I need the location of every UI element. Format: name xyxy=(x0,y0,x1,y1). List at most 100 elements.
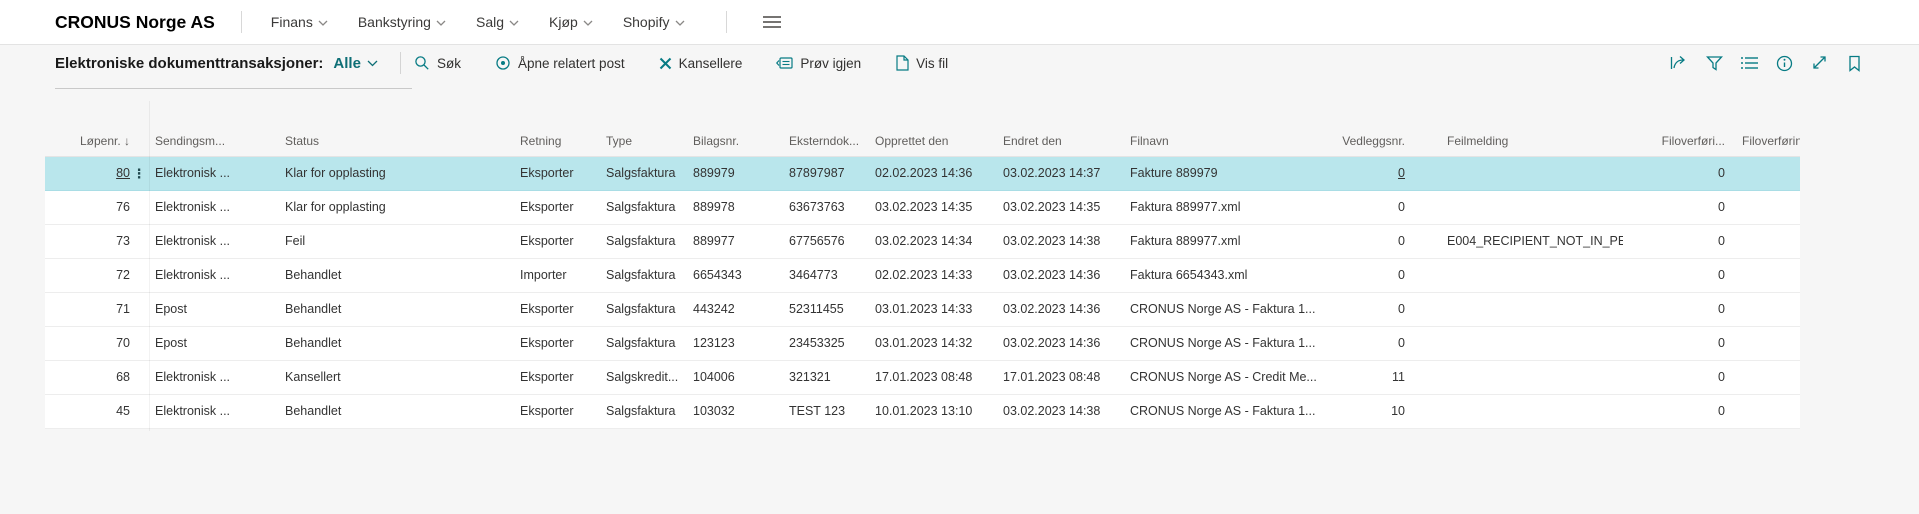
cell-lopenr-link[interactable]: 73 xyxy=(60,225,130,258)
nav-menu-label: Finans xyxy=(270,14,313,30)
cell-eksterndok: 321321 xyxy=(789,370,831,384)
cell-lopenr-link[interactable]: 80 xyxy=(60,157,130,190)
open-related-record-button[interactable]: Åpne relatert post xyxy=(493,49,627,77)
info-panel-button[interactable] xyxy=(1773,51,1795,75)
search-button[interactable]: Søk xyxy=(412,49,463,77)
cell-vedleggsnr-link[interactable]: 0 xyxy=(1305,191,1405,224)
cell-lopenr-link[interactable]: 68 xyxy=(60,361,130,394)
more-menus-hamburger-icon[interactable] xyxy=(757,12,787,32)
cell-type: Salgsfaktura xyxy=(606,404,676,418)
cell-filoverforing-2 xyxy=(1742,225,1800,258)
cell-status: Behandlet xyxy=(285,302,342,316)
cell-vedleggsnr-link[interactable]: 0 xyxy=(1305,225,1405,258)
column-header-lopenr[interactable]: Løpenr. ↓ xyxy=(60,126,130,156)
grid-header-row: Løpenr. ↓ Sendingsm... Status Retning Type Bi… xyxy=(45,126,1800,157)
cell-vedleggsnr-link[interactable]: 0 xyxy=(1305,327,1405,360)
cell-lopenr-link[interactable]: 70 xyxy=(60,327,130,360)
column-header-vedlegg[interactable]: Vedleggsnr. xyxy=(1305,126,1405,156)
nav-menu-label: Bankstyring xyxy=(357,14,431,30)
page-content: Elektroniske dokumenttransaksjoner: Alle… xyxy=(0,44,1919,514)
column-header-bilagsnr[interactable]: Bilagsnr. xyxy=(693,126,779,156)
table-row[interactable]: 70 ⋮ Epost Behandlet Eksporter Salgsfakt… xyxy=(45,327,1800,361)
collapse-arrows-icon xyxy=(1811,55,1828,71)
column-header-type[interactable]: Type xyxy=(606,126,688,156)
share-icon xyxy=(1670,55,1689,71)
cell-lopenr-link[interactable]: 45 xyxy=(60,395,130,428)
cell-status: Kansellert xyxy=(285,370,341,384)
column-header-endret[interactable]: Endret den xyxy=(1003,126,1125,156)
cell-vedleggsnr-link[interactable]: 11 xyxy=(1305,361,1405,394)
cell-sendingsmate: Elektronisk ... xyxy=(155,234,231,248)
row-options-dots-icon[interactable]: ⋮ xyxy=(131,157,147,190)
nav-menu-bankstyring[interactable]: Bankstyring xyxy=(343,0,461,44)
retry-message-icon xyxy=(776,56,793,71)
share-button[interactable] xyxy=(1668,51,1690,75)
cell-type: Salgsfaktura xyxy=(606,336,676,350)
view-filter-dropdown[interactable]: Alle xyxy=(333,55,378,72)
column-header-status[interactable]: Status xyxy=(285,126,515,156)
cell-feilmelding xyxy=(1447,191,1623,224)
cell-opprettet-den: 10.01.2023 13:10 xyxy=(875,404,973,418)
cell-lopenr-link[interactable]: 76 xyxy=(60,191,130,224)
table-row[interactable]: 80 ⋮ Elektronisk ... Klar for opplasting… xyxy=(45,157,1800,191)
table-row[interactable]: 68 ⋮ Elektronisk ... Kansellert Eksporte… xyxy=(45,361,1800,395)
cell-retning: Eksporter xyxy=(520,166,574,180)
cell-vedleggsnr-link[interactable]: 0 xyxy=(1305,293,1405,326)
filter-button[interactable] xyxy=(1703,51,1725,75)
nav-menu-shopify[interactable]: Shopify xyxy=(608,0,700,44)
cell-endret-den: 03.02.2023 14:36 xyxy=(1003,336,1101,350)
table-row[interactable]: 45 ⋮ Elektronisk ... Behandlet Eksporter… xyxy=(45,395,1800,429)
search-icon xyxy=(414,55,430,71)
retry-button[interactable]: Prøv igjen xyxy=(774,49,863,77)
nav-menu-label: Kjøp xyxy=(549,14,578,30)
cell-feilmelding xyxy=(1447,157,1623,190)
cell-type: Salgskredit... xyxy=(606,370,679,384)
nav-menu-salg[interactable]: Salg xyxy=(461,0,534,44)
cell-lopenr-link[interactable]: 71 xyxy=(60,293,130,326)
column-header-sendings[interactable]: Sendingsm... xyxy=(155,126,277,156)
cell-endret-den: 03.02.2023 14:35 xyxy=(1003,200,1101,214)
cell-filoverforing-2 xyxy=(1742,327,1800,360)
table-row[interactable]: 76 ⋮ Elektronisk ... Klar for opplasting… xyxy=(45,191,1800,225)
column-header-feil[interactable]: Feilmelding xyxy=(1447,126,1623,156)
cell-vedleggsnr-link[interactable]: 0 xyxy=(1305,259,1405,292)
cancel-button[interactable]: Kansellere xyxy=(657,49,745,77)
cell-endret-den: 03.02.2023 14:38 xyxy=(1003,234,1101,248)
table-row[interactable]: 73 ⋮ Elektronisk ... Feil Eksporter Salg… xyxy=(45,225,1800,259)
cell-eksterndok: 63673763 xyxy=(789,200,845,214)
table-row[interactable]: 71 ⋮ Epost Behandlet Eksporter Salgsfakt… xyxy=(45,293,1800,327)
nav-menu-finans[interactable]: Finans xyxy=(256,0,343,44)
cell-opprettet-den: 02.02.2023 14:33 xyxy=(875,268,973,282)
cell-filoverforing-2 xyxy=(1742,191,1800,224)
list-view-button[interactable] xyxy=(1738,51,1760,75)
cell-bilagsnr: 889978 xyxy=(693,200,735,214)
nav-menu-kjop[interactable]: Kjøp xyxy=(534,0,608,44)
column-header-eksterndok[interactable]: Eksterndok... xyxy=(789,126,871,156)
column-header-retning[interactable]: Retning xyxy=(520,126,602,156)
cell-lopenr-link[interactable]: 72 xyxy=(60,259,130,292)
cell-opprettet-den: 02.02.2023 14:36 xyxy=(875,166,973,180)
cell-endret-den: 03.02.2023 14:36 xyxy=(1003,268,1101,282)
table-row[interactable]: 72 ⋮ Elektronisk ... Behandlet Importer … xyxy=(45,259,1800,293)
page-title: Elektroniske dokumenttransaksjoner: xyxy=(55,54,324,72)
cell-status: Behandlet xyxy=(285,336,342,350)
cell-vedleggsnr-link[interactable]: 10 xyxy=(1305,395,1405,428)
collapse-button[interactable] xyxy=(1808,51,1830,75)
cell-vedleggsnr-link[interactable]: 0 xyxy=(1305,157,1405,190)
bookmark-button[interactable] xyxy=(1843,51,1865,75)
column-header-filover1[interactable]: Filoverføri... xyxy=(1625,126,1725,156)
cell-filoverforing-2 xyxy=(1742,361,1800,394)
view-file-button[interactable]: Vis fil xyxy=(893,49,950,77)
cell-type: Salgsfaktura xyxy=(606,200,676,214)
cell-endret-den: 03.02.2023 14:38 xyxy=(1003,404,1101,418)
action-label: Søk xyxy=(437,55,462,71)
column-header-opprettet[interactable]: Opprettet den xyxy=(875,126,997,156)
cell-feilmelding xyxy=(1447,327,1623,360)
bookmark-icon xyxy=(1848,55,1861,72)
column-header-filover2[interactable]: Filoverføring xyxy=(1742,126,1800,156)
cell-opprettet-den: 17.01.2023 08:48 xyxy=(875,370,973,384)
info-icon xyxy=(1776,55,1793,72)
cell-type: Salgsfaktura xyxy=(606,268,676,282)
top-navigation-bar: CRONUS Norge AS Finans Bankstyring Salg … xyxy=(0,0,1919,44)
cell-sendingsmate: Elektronisk ... xyxy=(155,268,231,282)
